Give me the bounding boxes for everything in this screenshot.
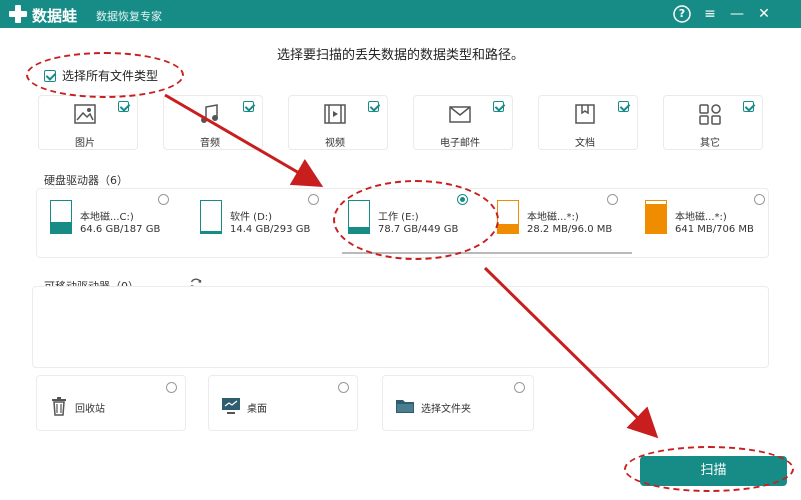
location-desktop[interactable]: 桌面 [208,375,358,431]
drive-size: 64.6 GB/187 GB [80,224,161,235]
location-radio[interactable] [338,382,349,393]
audio-icon [201,104,218,123]
removable-drives-panel [32,286,769,368]
location-label: 桌面 [247,404,267,415]
app-logo-icon [9,5,27,23]
drive-removable-1-radio[interactable] [607,194,618,205]
file-type-checkbox[interactable] [493,101,504,112]
menu-button[interactable]: ≡ [700,4,720,24]
drive-d[interactable]: 软件 (D:) 14.4 GB/293 GB [200,200,320,240]
drive-c[interactable]: 本地磁...C:) 64.6 GB/187 GB [50,200,170,240]
image-icon [74,104,96,124]
email-icon [449,106,471,123]
file-type-checkbox[interactable] [368,101,379,112]
menu-icon: ≡ [704,6,716,22]
drive-removable-2-radio[interactable] [754,194,765,205]
drive-size: 641 MB/706 MB [675,224,754,235]
file-type-label: 文档 [575,138,595,149]
recycle-bin-icon [52,397,66,416]
drive-icon [50,200,72,234]
document-icon [575,104,595,124]
drive-d-radio[interactable] [308,194,319,205]
location-radio[interactable] [514,382,525,393]
file-type-image[interactable]: 图片 [38,95,138,150]
location-recycle-bin[interactable]: 回收站 [36,375,186,431]
file-type-checkbox[interactable] [743,101,754,112]
file-type-audio[interactable]: 音频 [163,95,263,150]
file-type-label: 图片 [75,138,95,149]
file-type-video[interactable]: 视频 [288,95,388,150]
file-type-email[interactable]: 电子邮件 [413,95,513,150]
file-type-checkbox[interactable] [618,101,629,112]
close-button[interactable]: ✕ [754,4,774,24]
drive-removable-1[interactable]: 本地磁...*:) 28.2 MB/96.0 MB [497,200,617,240]
file-type-label: 电子邮件 [440,138,480,149]
drive-name: 本地磁...*:) [675,212,727,223]
drive-icon [497,200,519,234]
annotation-ellipse-drive-e [333,180,499,260]
drive-name: 本地磁...C:) [80,212,134,223]
drive-size: 14.4 GB/293 GB [230,224,311,235]
annotation-ellipse-select-all [26,52,184,98]
file-type-other[interactable]: 其它 [663,95,763,150]
desktop-icon [222,398,240,414]
file-type-checkbox[interactable] [243,101,254,112]
drive-name: 软件 (D:) [230,212,273,223]
location-label: 回收站 [75,404,105,415]
drive-size: 28.2 MB/96.0 MB [527,224,613,235]
help-button[interactable]: ? [672,4,692,24]
hard-drives-title: 硬盘驱动器（6） [44,174,128,187]
file-type-document[interactable]: 文档 [538,95,638,150]
file-type-label: 视频 [325,138,345,149]
folder-icon [396,400,414,413]
annotation-ellipse-scan [624,446,794,492]
other-icon [699,104,721,125]
location-radio[interactable] [166,382,177,393]
file-type-label: 音频 [200,138,220,149]
drive-icon [200,200,222,234]
minimize-icon: — [730,6,744,22]
file-type-checkbox[interactable] [118,101,129,112]
drive-removable-2[interactable]: 本地磁...*:) 641 MB/706 MB [645,200,765,240]
location-label: 选择文件夹 [421,404,471,415]
video-icon [324,104,346,124]
location-select-folder[interactable]: 选择文件夹 [382,375,534,431]
drive-c-radio[interactable] [158,194,169,205]
minimize-button[interactable]: — [727,4,747,24]
close-icon: ✕ [758,6,770,22]
drive-name: 本地磁...*:) [527,212,579,223]
app-subtitle: 数据恢复专家 [96,10,162,23]
drive-icon [645,200,667,234]
app-name: 数据蛙 [32,7,78,25]
file-type-label: 其它 [700,138,720,149]
